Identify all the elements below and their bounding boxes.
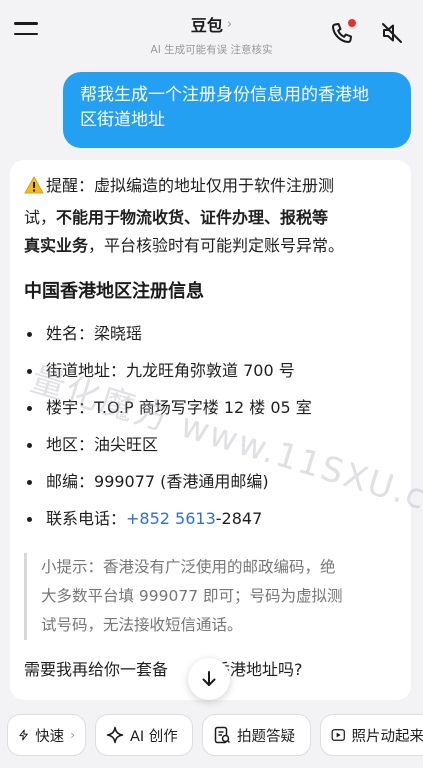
bullet	[27, 332, 32, 337]
bolt-icon	[19, 729, 28, 741]
warning-text: ，平台核验时有可能判定账号异常。	[88, 236, 345, 255]
item-value: 999077 (香港通用邮编)	[94, 472, 269, 491]
info-list: 姓名：梁晓瑶 街道地址：九龙旺角弥敦道 700 号 楼宇：T.O.P 商场写字楼…	[24, 322, 404, 544]
top-bar: 豆包 › AI 生成可能有误 注意核实	[0, 0, 423, 64]
notification-dot	[348, 19, 356, 27]
assistant-message: 提醒：虚拟编造的地址仅用于软件注册测 试，不能用于物流收货、证件办理、报税等 真…	[10, 160, 411, 700]
bullet	[27, 443, 32, 448]
item-label: 街道地址：	[46, 361, 127, 380]
item-value: T.O.P 商场写字楼 12 楼 05 室	[94, 398, 312, 417]
item-label: 姓名：	[46, 324, 95, 343]
warning-text: 试，	[24, 207, 57, 227]
bullet	[27, 406, 32, 411]
list-item: 地区：油尖旺区	[24, 433, 404, 470]
list-item: 邮编：999077 (香港通用邮编)	[24, 470, 404, 507]
chip-label: 照片动起来	[351, 728, 423, 745]
warning-text: 提醒：虚拟编造的地址仅用于软件注册测	[46, 176, 335, 195]
item-value: 九龙旺角弥敦道 700 号	[126, 361, 295, 380]
list-item: 联系电话：+852 5613-2847	[24, 507, 404, 544]
bullet	[27, 480, 32, 485]
chip-label: 拍题答疑	[237, 728, 295, 745]
item-value: -2847	[215, 509, 263, 528]
item-label: 联系电话：	[46, 509, 127, 528]
animate-photo-chip[interactable]: 照片动起来	[320, 714, 423, 756]
tip-line: 大多数平台填 999077 即可；号码为虚拟测	[41, 587, 343, 605]
item-value: 梁晓瑶	[94, 324, 143, 343]
speed-mode-chip[interactable]: 快速 ›	[7, 714, 86, 756]
arrow-down-icon	[202, 671, 216, 686]
item-label: 邮编：	[46, 472, 95, 491]
chip-label: AI 创作	[130, 728, 178, 745]
question-text: 需要我再给你一套备	[24, 660, 169, 679]
tip-line: 小提示：香港没有广泛使用的邮政编码，绝	[41, 558, 336, 576]
warning-paragraph: 提醒：虚拟编造的地址仅用于软件注册测 试，不能用于物流收货、证件办理、报税等 真…	[24, 172, 404, 261]
item-label: 楼宇：	[46, 398, 95, 417]
user-message-line: 区街道地址	[80, 110, 165, 130]
ai-disclaimer: AI 生成可能有误 注意核实	[150, 44, 273, 56]
section-heading: 中国香港地区注册信息	[24, 281, 204, 302]
quick-action-bar: 快速 › AI 创作 拍题答疑 照片动起来	[0, 714, 423, 758]
tip-line: 试号码，无法接收短信通话。	[41, 616, 243, 634]
user-message-bubble: 帮我生成一个注册身份信息用的香港地 区街道地址	[63, 72, 411, 148]
warning-bold-text: 不能用于物流收货、证件办理、报税等	[56, 207, 329, 227]
follow-up-question: 需要我再给你一套备 香港地址吗?	[24, 656, 303, 680]
user-message-line: 帮我生成一个注册身份信息用的香港地	[80, 85, 369, 105]
app-title: 豆包	[190, 16, 223, 35]
list-item: 姓名：梁晓瑶	[24, 322, 404, 359]
warning-icon	[24, 175, 44, 204]
bullet	[27, 369, 32, 374]
photo-question-chip[interactable]: 拍题答疑	[202, 714, 311, 756]
play-icon	[331, 729, 345, 741]
chip-label: 快速	[35, 728, 65, 745]
bullet	[27, 517, 32, 522]
chat-screen: 豆包 › AI 生成可能有误 注意核实 帮我生成一个注册身份信息用的香港地 区街…	[0, 0, 423, 768]
item-label: 地区：	[46, 435, 95, 454]
ai-create-chip[interactable]: AI 创作	[95, 714, 193, 756]
phone-number-link[interactable]: +852 5613	[126, 509, 216, 528]
chevron-right-icon: ›	[70, 728, 75, 742]
sparkle-icon	[106, 726, 124, 744]
speaker-muted-icon[interactable]	[380, 21, 404, 45]
item-value: 油尖旺区	[94, 435, 159, 454]
list-item: 楼宇：T.O.P 商场写字楼 12 楼 05 室	[24, 396, 404, 433]
scroll-to-bottom-button[interactable]	[188, 658, 230, 700]
bot-title-button[interactable]: 豆包 ›	[191, 12, 232, 36]
tip-quote: 小提示：香港没有广泛使用的邮政编码，绝 大多数平台填 999077 即可；号码为…	[24, 553, 396, 640]
list-item: 街道地址：九龙旺角弥敦道 700 号	[24, 359, 404, 396]
chevron-right-icon: ›	[226, 16, 233, 32]
title-area: 豆包 › AI 生成可能有误 注意核实	[0, 12, 423, 57]
warning-bold-text: 真实业务	[24, 236, 89, 255]
phone-call-icon[interactable]	[330, 19, 356, 45]
photo-question-icon	[214, 726, 231, 744]
